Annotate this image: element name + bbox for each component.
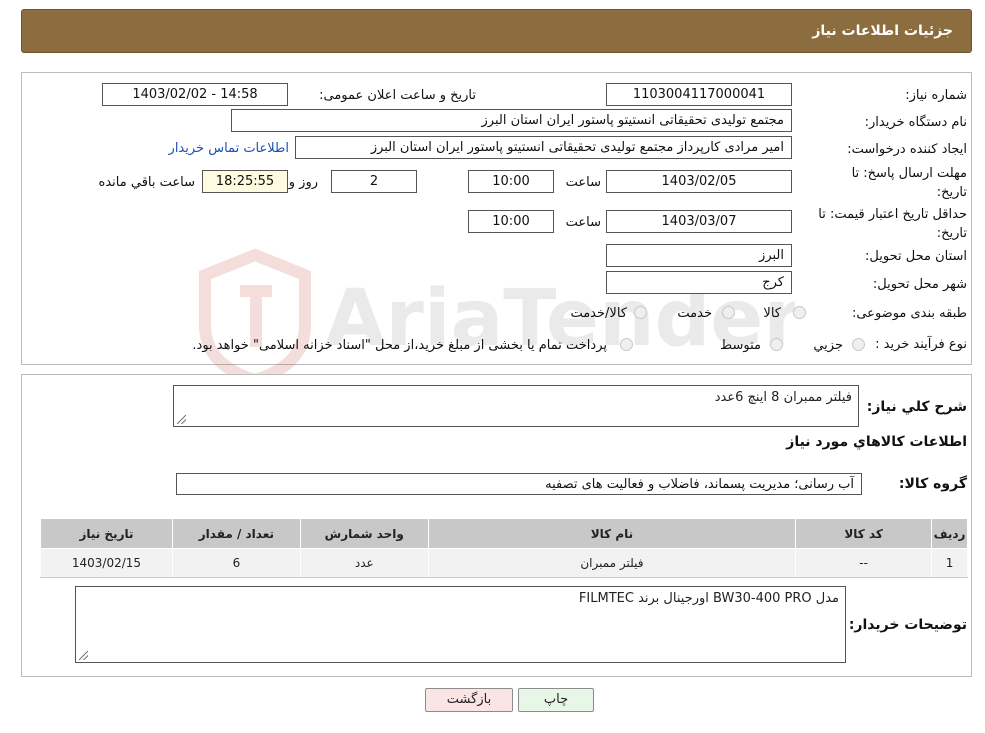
summary-label: شرح کلي نياز:: [866, 399, 967, 415]
deadline-date-field: 1403/02/05: [606, 170, 792, 193]
category-goods-service-radio[interactable]: [634, 306, 647, 319]
need-number-field: 1103004117000041: [606, 83, 792, 106]
cell-unit: عدد: [299, 548, 429, 578]
back-button[interactable]: بازگشت: [425, 688, 513, 712]
page-header: جزئیات اطلاعات نیاز: [21, 9, 972, 53]
validity-date-field: 1403/03/07: [606, 210, 792, 233]
category-label: طبقه بندی موضوعی:: [851, 306, 967, 321]
table-row: 1 -- فیلتر ممبران عدد 6 1403/02/15: [40, 548, 968, 578]
treasury-docs-note: پرداخت تمام یا بخشی از مبلغ خرید،از محل …: [192, 338, 607, 353]
category-goods-service-label: کالا/خدمت: [570, 306, 627, 321]
remaining-time-field: 18:25:55: [202, 170, 288, 193]
cell-row: 1: [931, 548, 968, 578]
category-goods-radio[interactable]: [793, 306, 806, 319]
col-name: نام کالا: [427, 518, 797, 549]
requester-label: ایجاد کننده درخواست:: [847, 142, 967, 157]
purchase-minor-label: جزيي: [813, 338, 843, 353]
need-number-label: شماره نیاز:: [905, 88, 967, 103]
items-table: رديف کد کالا نام کالا واحد شمارش تعداد /…: [40, 518, 968, 578]
province-label: استان محل تحویل:: [865, 249, 967, 264]
print-button[interactable]: چاپ: [518, 688, 594, 712]
cell-name: فیلتر ممبران: [427, 548, 797, 578]
purchase-type-label: نوع فرآیند خرید :: [875, 337, 967, 352]
resize-grip-icon[interactable]: [79, 651, 88, 660]
requester-field: امیر مرادی کارپرداز مجتمع تولیدی تحقیقات…: [295, 136, 792, 159]
cell-date: 1403/02/15: [40, 548, 173, 578]
remaining-time-label: ساعت باقي مانده: [98, 175, 195, 190]
buyer-org-label: نام دستگاه خریدار:: [864, 115, 967, 130]
announce-datetime-field: 1403/02/02 - 14:58: [102, 83, 288, 106]
validity-time-label: ساعت: [565, 215, 601, 230]
validity-label-2: تاریخ:: [936, 226, 967, 241]
category-service-radio[interactable]: [722, 306, 735, 319]
purchase-medium-label: متوسط: [720, 338, 761, 353]
buyer-notes-text: مدل BW30-400 PRO اورجینال برند FILMTEC: [578, 591, 839, 606]
validity-time-field: 10:00: [468, 210, 554, 233]
goods-group-field: آب رسانی؛ مدیریت پسماند، فاضلاب و فعالیت…: [176, 473, 862, 495]
cell-code: --: [795, 548, 933, 578]
deadline-time-field: 10:00: [468, 170, 554, 193]
buyer-notes-label: توضیحات خریدار:: [848, 617, 967, 633]
deadline-time-label: ساعت: [565, 175, 601, 190]
cell-qty: 6: [171, 548, 301, 578]
col-date: تاريخ نياز: [40, 518, 173, 549]
col-qty: تعداد / مقدار: [171, 518, 301, 549]
deadline-days-label: روز و: [288, 175, 318, 190]
province-field: البرز: [606, 244, 792, 267]
treasury-docs-checkbox[interactable]: [620, 338, 633, 351]
purchase-medium-radio[interactable]: [770, 338, 783, 351]
col-unit: واحد شمارش: [299, 518, 429, 549]
col-row: رديف: [931, 518, 968, 549]
col-code: کد کالا: [795, 518, 933, 549]
category-service-label: خدمت: [677, 306, 712, 321]
category-goods-label: کالا: [763, 306, 781, 321]
buyer-notes-textarea[interactable]: مدل BW30-400 PRO اورجینال برند FILMTEC: [75, 586, 846, 663]
resize-grip-icon[interactable]: [177, 415, 186, 424]
summary-textarea[interactable]: فیلتر ممبران 8 اینچ 6عدد: [173, 385, 859, 427]
deadline-label-1: مهلت ارسال پاسخ: تا: [851, 166, 967, 181]
items-table-header: رديف کد کالا نام کالا واحد شمارش تعداد /…: [40, 518, 968, 549]
validity-label-1: حداقل تاریخ اعتبار قیمت: تا: [818, 207, 967, 222]
summary-text: فیلتر ممبران 8 اینچ 6عدد: [714, 390, 852, 405]
items-section-title: اطلاعات کالاهاي مورد نياز: [786, 434, 967, 450]
announce-datetime-label: تاریخ و ساعت اعلان عمومی:: [319, 88, 476, 103]
goods-group-label: گروه کالا:: [898, 476, 967, 492]
city-field: کرج: [606, 271, 792, 294]
buyer-contact-link[interactable]: اطلاعات تماس خریدار: [169, 141, 289, 156]
purchase-minor-radio[interactable]: [852, 338, 865, 351]
deadline-days-field: 2: [331, 170, 417, 193]
city-label: شهر محل تحویل:: [872, 277, 967, 292]
page-title: جزئیات اطلاعات نیاز: [812, 23, 953, 39]
buyer-org-field: مجتمع تولیدی تحقیقاتی انستیتو پاستور ایر…: [231, 109, 792, 132]
watermark-logo-icon: [199, 248, 311, 385]
deadline-label-2: تاریخ:: [936, 185, 967, 200]
